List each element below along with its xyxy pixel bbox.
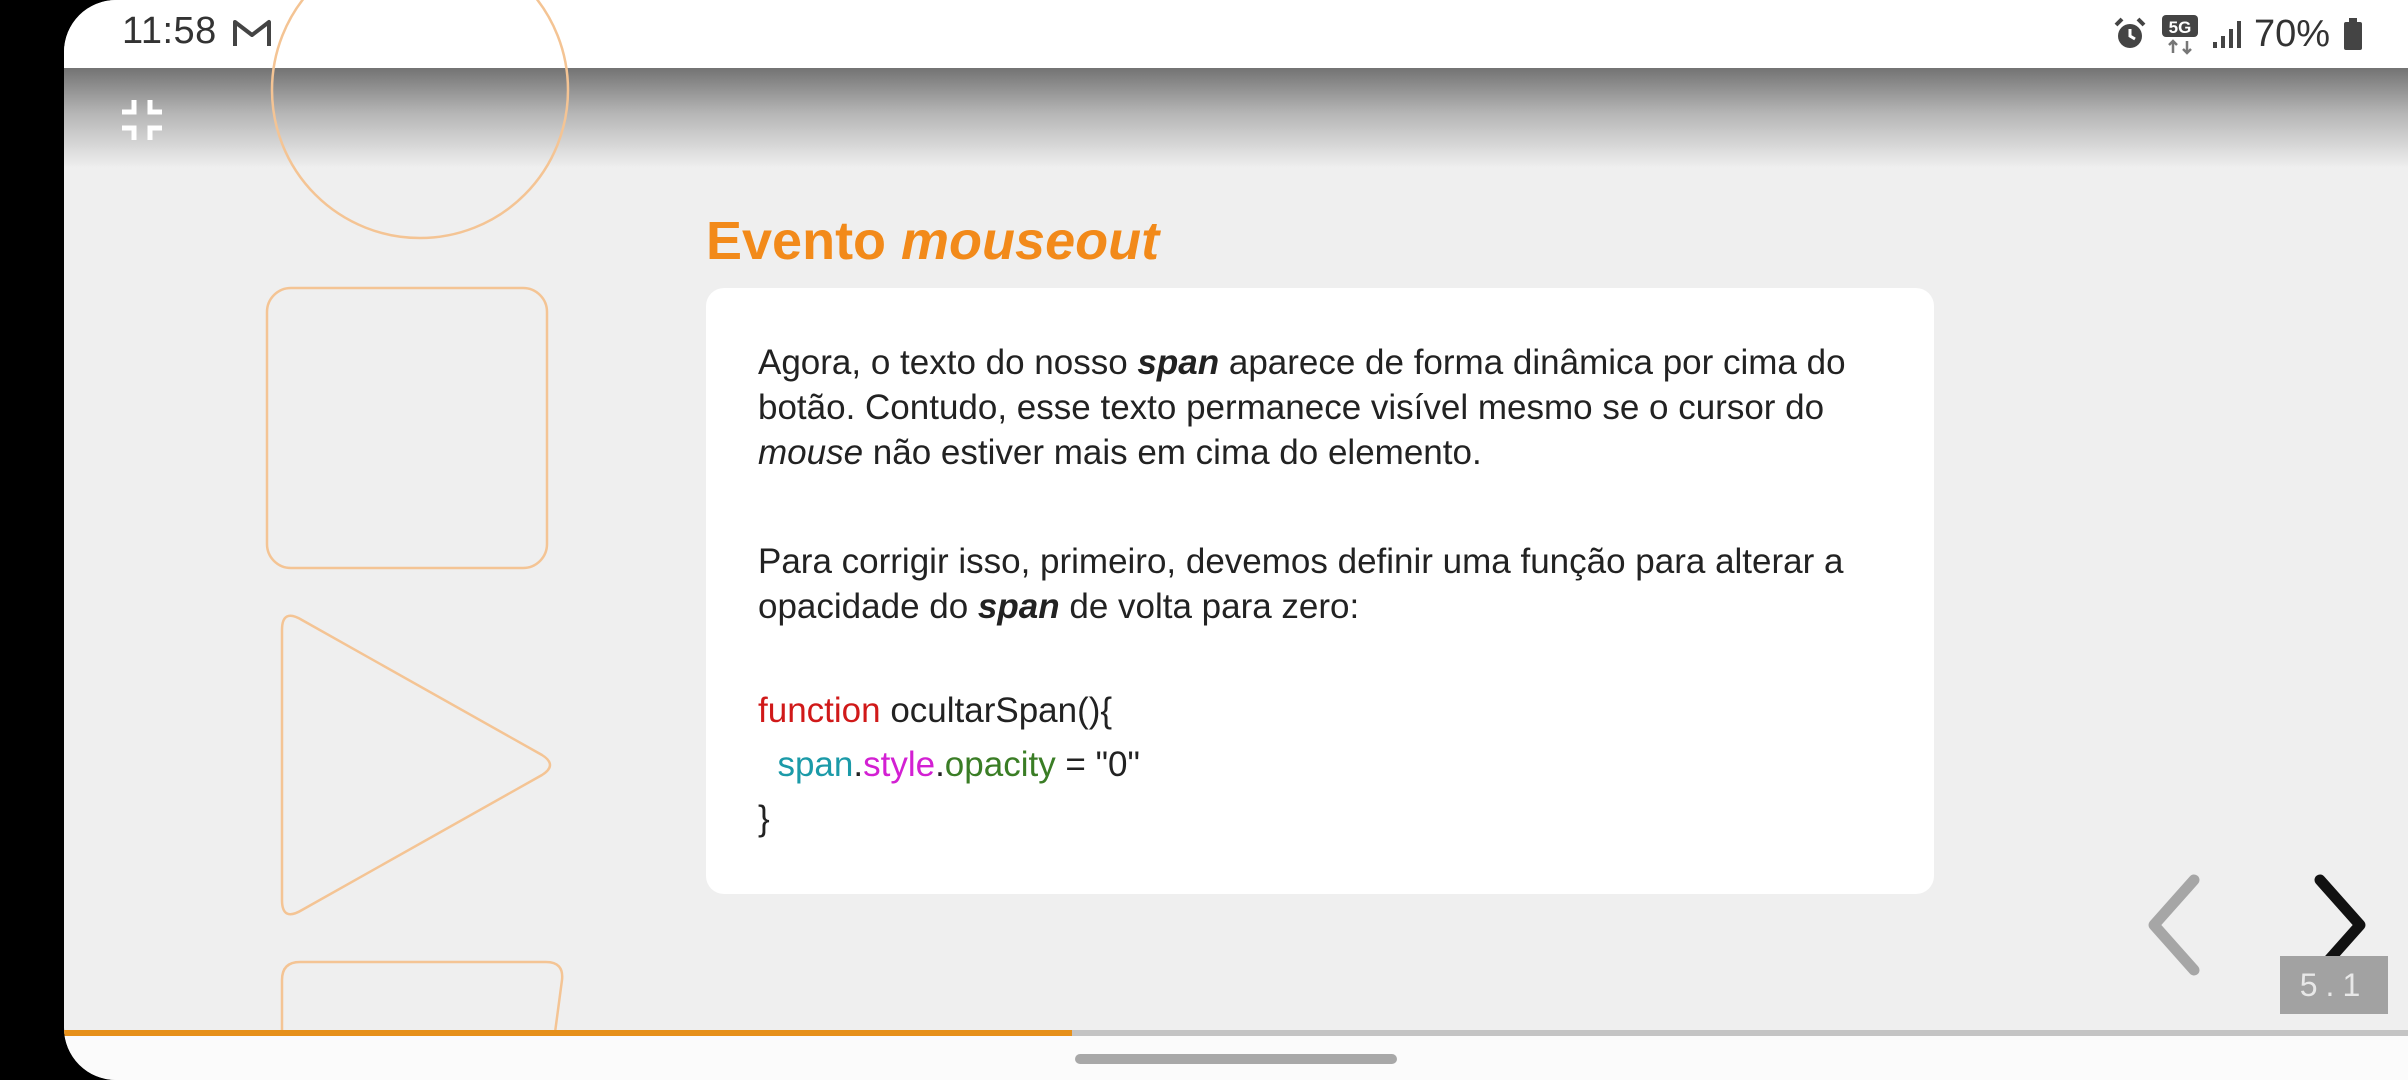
paragraph-2: Para corrigir isso, primeiro, devemos de… bbox=[758, 539, 1878, 629]
status-icons: 5G 70% bbox=[2112, 10, 2364, 58]
code-block: function ocultarSpan(){ span.style.opaci… bbox=[758, 684, 1140, 846]
code-close-brace: } bbox=[758, 799, 770, 838]
code-dot-2: . bbox=[935, 745, 945, 784]
code-line-3: } bbox=[758, 792, 1140, 846]
code-line-1: function ocultarSpan(){ bbox=[758, 684, 1140, 738]
p2-text-c: de volta para zero: bbox=[1059, 587, 1360, 626]
exit-fullscreen-icon[interactable] bbox=[120, 98, 164, 142]
home-indicator[interactable] bbox=[1075, 1054, 1397, 1064]
slide-title: Evento mouseout bbox=[706, 210, 1159, 272]
deco-square bbox=[265, 286, 549, 570]
code-signature: ocultarSpan(){ bbox=[880, 691, 1113, 730]
deco-partial-shape bbox=[280, 960, 564, 1041]
code-dot-1: . bbox=[853, 745, 864, 784]
p1-mouse-term: mouse bbox=[758, 433, 864, 472]
code-property-style: style bbox=[863, 745, 936, 784]
p1-text-e: não estiver mais em cima do elemento. bbox=[863, 433, 1482, 472]
p2-span-term: span bbox=[977, 587, 1060, 626]
signal-icon bbox=[2212, 21, 2241, 48]
network-label: 5G bbox=[2169, 18, 2192, 37]
status-time: 11:58 bbox=[122, 10, 217, 52]
deco-triangle bbox=[280, 614, 552, 916]
code-keyword: function bbox=[758, 691, 881, 730]
title-italic: mouseout bbox=[901, 211, 1160, 271]
paragraph-1: Agora, o texto do nosso span aparece de … bbox=[758, 340, 1878, 475]
slide-number: 5.1 bbox=[2280, 956, 2388, 1014]
battery-icon bbox=[2344, 18, 2362, 50]
chevron-left-icon[interactable] bbox=[2136, 870, 2216, 980]
battery-percent: 70% bbox=[2253, 12, 2330, 55]
p1-text-a: Agora, o texto do nosso bbox=[758, 343, 1138, 382]
code-assignment: = "0" bbox=[1055, 745, 1140, 784]
top-shade bbox=[64, 68, 2408, 168]
title-plain: Evento bbox=[706, 211, 902, 271]
code-property-opacity: opacity bbox=[944, 745, 1056, 784]
content-card: Agora, o texto do nosso span aparece de … bbox=[706, 288, 1934, 894]
network-5g-icon: 5G bbox=[2161, 15, 2198, 55]
alarm-icon bbox=[2114, 17, 2146, 48]
status-bar: 11:58 5G 70% bbox=[64, 0, 2408, 68]
screen: 11:58 5G 70% Evento mouseout Agora, o te… bbox=[64, 0, 2408, 1080]
code-object: span bbox=[777, 745, 854, 784]
gmail-icon bbox=[233, 20, 271, 46]
code-line-2: span.style.opacity = "0" bbox=[758, 738, 1140, 792]
p1-span-term: span bbox=[1137, 343, 1220, 382]
